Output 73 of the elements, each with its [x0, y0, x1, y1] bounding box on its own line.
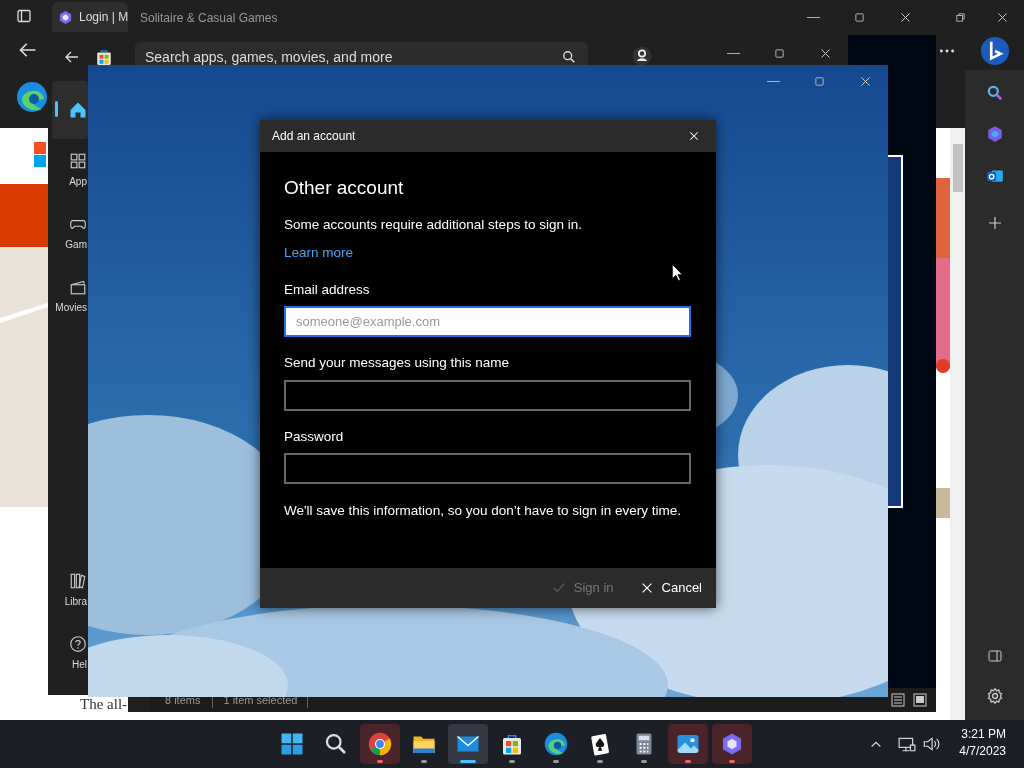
minimize-icon: [806, 16, 820, 18]
nav-item[interactable]: [52, 81, 88, 139]
scrollbar-thumb[interactable]: [953, 144, 963, 192]
window-title: Solitaire & Casual Games: [140, 10, 278, 27]
browser-icon: [368, 732, 392, 756]
store-logo-icon[interactable]: [95, 48, 113, 66]
nav-item[interactable]: Gam: [52, 204, 88, 262]
edge-logo-icon: [544, 732, 568, 756]
search-icon[interactable]: [986, 84, 1004, 102]
tab-title: Login | M: [79, 9, 129, 26]
taskbar-app[interactable]: [668, 724, 708, 764]
intro-text: Some accounts require additional steps to sign in.: [284, 215, 583, 234]
vertical-tabs-icon[interactable]: [16, 8, 32, 24]
taskbar-app[interactable]: [712, 724, 752, 764]
sidebar-toggle-icon[interactable]: [987, 648, 1003, 664]
info-text: We'll save this information, so you don’t have to sign in every time.: [284, 501, 683, 520]
photo-icon: [676, 732, 700, 756]
restore-icon: [953, 10, 967, 24]
close-icon: [688, 130, 700, 142]
input-field[interactable]: [284, 379, 691, 411]
grid-icon: [69, 151, 87, 170]
windows-logo-icon: [280, 732, 304, 756]
dialog-title: Add an account: [272, 128, 356, 145]
close-icon: [995, 10, 1009, 24]
browser-tab[interactable]: Login | M: [52, 2, 128, 32]
maximize-icon: [812, 74, 826, 88]
cancel-button[interactable]: Cancel: [633, 574, 708, 602]
input-field[interactable]: [284, 452, 691, 484]
playing-card-icon: [588, 732, 612, 756]
page-text: The all-: [80, 696, 128, 713]
settings-icon[interactable]: [986, 687, 1004, 705]
home-icon: [68, 100, 88, 120]
clock-date: 4/7/2023: [959, 743, 1006, 760]
account-icon[interactable]: [632, 46, 652, 66]
network-icon[interactable]: [898, 735, 916, 753]
outlook-icon[interactable]: [986, 167, 1004, 185]
back-icon[interactable]: [64, 49, 80, 65]
learn-more-link[interactable]: Learn more: [284, 242, 354, 263]
office-icon[interactable]: [986, 125, 1004, 143]
nav-item[interactable]: App: [52, 141, 88, 199]
books-icon: [69, 571, 87, 590]
chat-icon[interactable]: [980, 36, 1010, 66]
field-label: Email address: [284, 281, 371, 299]
close-icon: [818, 47, 832, 60]
edge-logo-icon[interactable]: [16, 81, 48, 113]
nav-item[interactable]: Hel: [52, 624, 88, 682]
tab-favicon-icon: [58, 9, 73, 25]
close-icon: [898, 10, 912, 24]
maximize-icon: [852, 10, 866, 24]
search-icon[interactable]: [562, 50, 576, 64]
store-bag-icon: [500, 732, 524, 756]
maximize-icon: [772, 47, 786, 60]
checkmark-icon: [551, 581, 566, 595]
field-label: Password: [284, 427, 345, 446]
nav-item[interactable]: Movies: [52, 267, 88, 325]
input-field[interactable]: someone@example.com: [284, 306, 691, 338]
add-icon[interactable]: [987, 215, 1003, 231]
field-label: Send your messages using this name: [284, 354, 511, 373]
nav-item[interactable]: Libra: [52, 561, 88, 619]
volume-icon[interactable]: [922, 735, 940, 753]
details-view-icon[interactable]: [890, 692, 906, 708]
tiles-view-icon[interactable]: [912, 692, 928, 708]
taskbar-app[interactable]: [448, 724, 488, 764]
search-field[interactable]: Search apps, games, movies, and more: [135, 42, 588, 65]
taskbar-app[interactable]: [360, 724, 400, 764]
search-icon: [324, 732, 348, 756]
dialog-heading: Other account: [284, 176, 405, 200]
minimize-icon: [726, 53, 740, 54]
close-icon: [858, 74, 872, 88]
clock-time: 3:21 PM: [961, 726, 1006, 743]
help-icon: [69, 634, 87, 653]
hexagon-icon: [720, 732, 744, 756]
minimize-icon: [766, 80, 780, 82]
